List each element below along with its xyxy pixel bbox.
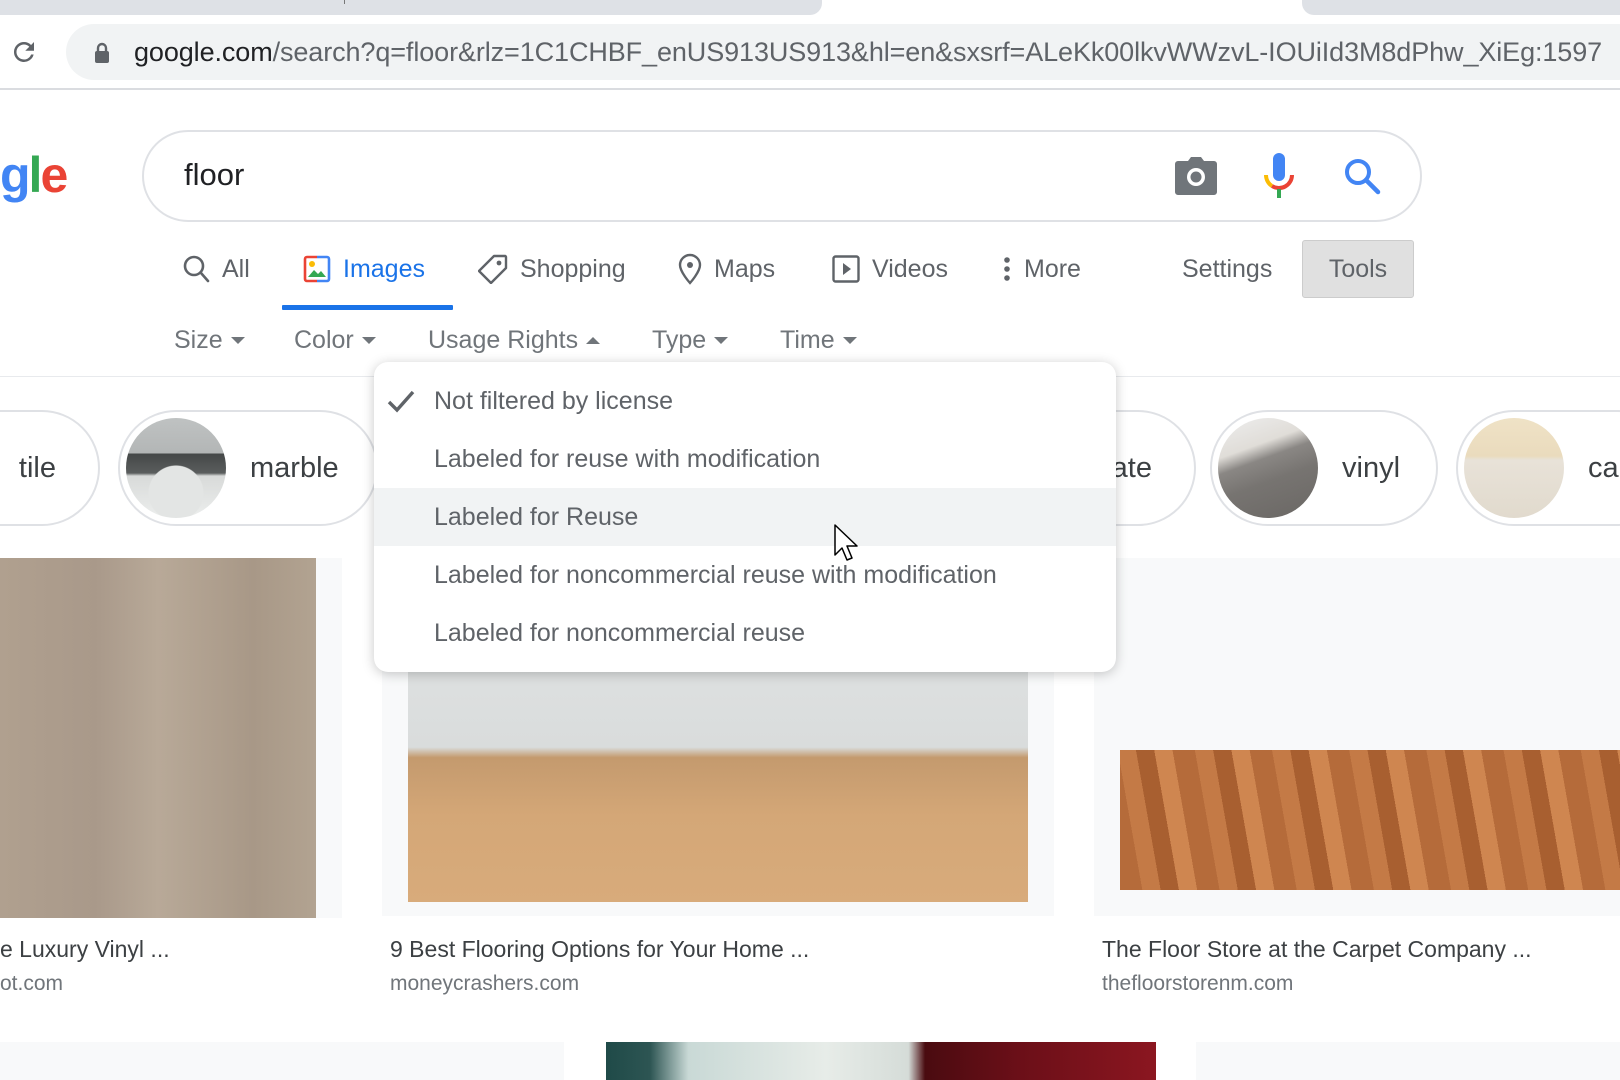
result-domain[interactable]: thefloorstorenm.com — [1102, 970, 1293, 998]
google-logo[interactable]: gle — [0, 147, 68, 203]
lock-icon — [92, 42, 112, 64]
chip-label: ate — [1111, 451, 1152, 484]
checkmark-icon — [387, 390, 415, 413]
related-chip-carpet[interactable]: ca — [1456, 410, 1620, 526]
result-tile[interactable] — [1196, 1042, 1620, 1080]
logo-letter-l: l — [28, 147, 43, 203]
chip-label: tile — [18, 451, 56, 484]
related-chip-tile[interactable]: tile — [0, 410, 100, 526]
menu-item-noncommercial-modification[interactable]: Labeled for noncommercial reuse with mod… — [374, 546, 1116, 604]
chip-label: marble — [250, 451, 339, 484]
related-chip-vinyl[interactable]: vinyl — [1210, 410, 1438, 526]
result-domain[interactable]: moneycrashers.com — [390, 970, 579, 998]
tab-label: All — [222, 254, 250, 283]
search-button[interactable] — [1336, 150, 1388, 202]
tab-label: Videos — [872, 254, 948, 283]
tab-more[interactable]: More — [1002, 248, 1081, 290]
search-icon — [1345, 159, 1381, 195]
menu-item-not-filtered[interactable]: Not filtered by license — [374, 372, 1116, 430]
tab-all[interactable]: All — [182, 248, 250, 290]
tab-maps[interactable]: Maps — [678, 248, 775, 290]
logo-letter-e: e — [40, 147, 68, 203]
menu-item-reuse[interactable]: Labeled for Reuse — [374, 488, 1116, 546]
caret-down-icon — [842, 336, 857, 344]
voice-search-button[interactable] — [1255, 150, 1303, 202]
menu-item-reuse-modification[interactable]: Labeled for reuse with modification — [374, 430, 1116, 488]
related-chip-marble[interactable]: marble — [118, 410, 378, 526]
tab-label: Maps — [714, 254, 776, 283]
map-pin-icon — [678, 253, 702, 285]
result-tile[interactable] — [0, 1042, 564, 1080]
chip-label: ca — [1588, 451, 1619, 484]
logo-letter-g: g — [0, 147, 31, 203]
filter-time[interactable]: Time — [780, 322, 857, 358]
url-host: google.com — [134, 37, 273, 67]
search-icon — [183, 255, 210, 283]
result-image — [1120, 750, 1620, 890]
caret-down-icon — [714, 336, 729, 344]
result-domain[interactable]: ot.com — [0, 970, 63, 998]
tab-images[interactable]: Images — [303, 248, 425, 290]
browser-tab-inactive-right[interactable] — [1302, 0, 1620, 15]
result-image — [0, 558, 316, 918]
chip-label: vinyl — [1342, 451, 1401, 484]
tab-label: Images — [343, 254, 425, 283]
caret-down-icon — [230, 336, 245, 344]
more-vert-icon — [1004, 257, 1010, 281]
url-path: /search?q=floor&rlz=1C1CHBF_enUS913US913… — [272, 37, 1603, 67]
mouse-cursor-icon — [834, 524, 862, 566]
tab-shopping[interactable]: Shopping — [478, 248, 626, 290]
tools-button[interactable]: Tools — [1302, 240, 1414, 298]
search-box[interactable] — [142, 130, 1422, 222]
filter-label: Time — [780, 325, 835, 354]
result-title[interactable]: The Floor Store at the Carpet Company ..… — [1102, 934, 1532, 964]
filter-color[interactable]: Color — [294, 322, 376, 358]
filter-usage-rights[interactable]: Usage Rights — [428, 322, 601, 358]
microphone-icon — [1263, 153, 1295, 198]
caret-up-icon — [586, 336, 601, 344]
url-text[interactable]: google.com/search?q=floor&rlz=1C1CHBF_en… — [134, 32, 1602, 72]
menu-item-label: Labeled for noncommercial reuse — [434, 618, 806, 647]
filter-size[interactable]: Size — [174, 322, 245, 358]
menu-item-label: Labeled for noncommercial reuse with mod… — [434, 560, 997, 589]
camera-icon — [1175, 157, 1217, 195]
filter-label: Usage Rights — [428, 325, 579, 354]
chip-thumbnail — [1464, 418, 1564, 518]
tag-icon — [478, 254, 508, 284]
filter-label: Type — [652, 325, 707, 354]
result-image[interactable] — [606, 1042, 1156, 1080]
menu-item-noncommercial[interactable]: Labeled for noncommercial reuse — [374, 604, 1116, 662]
reload-button[interactable] — [8, 34, 40, 70]
result-tile[interactable] — [1094, 558, 1620, 916]
menu-item-label: Not filtered by license — [434, 386, 674, 415]
reload-icon — [13, 41, 35, 62]
tab-separator — [344, 0, 345, 4]
result-title[interactable]: 9 Best Flooring Options for Your Home ..… — [390, 934, 809, 964]
filter-type[interactable]: Type — [652, 322, 729, 358]
search-input[interactable]: floor — [184, 152, 244, 198]
result-title[interactable]: e Luxury Vinyl ... — [0, 934, 170, 964]
chip-thumbnail — [1218, 418, 1318, 518]
result-tile[interactable] — [0, 558, 342, 918]
menu-item-label: Labeled for Reuse — [434, 502, 639, 531]
image-icon — [303, 255, 331, 283]
play-icon — [832, 255, 860, 283]
tab-label: Shopping — [520, 254, 626, 283]
filter-label: Size — [174, 325, 223, 354]
usage-rights-menu: Not filtered by license Labeled for reus… — [374, 362, 1116, 672]
settings-link[interactable]: Settings — [1182, 249, 1272, 289]
caret-down-icon — [361, 336, 376, 344]
tab-label: More — [1024, 254, 1081, 283]
menu-item-label: Labeled for reuse with modification — [434, 444, 821, 473]
chip-thumbnail — [126, 418, 226, 518]
browser-tab-inactive[interactable] — [0, 0, 822, 15]
search-by-image-button[interactable] — [1172, 152, 1220, 200]
filter-label: Color — [294, 325, 354, 354]
tab-videos[interactable]: Videos — [832, 248, 948, 290]
active-tab-indicator — [282, 305, 453, 310]
